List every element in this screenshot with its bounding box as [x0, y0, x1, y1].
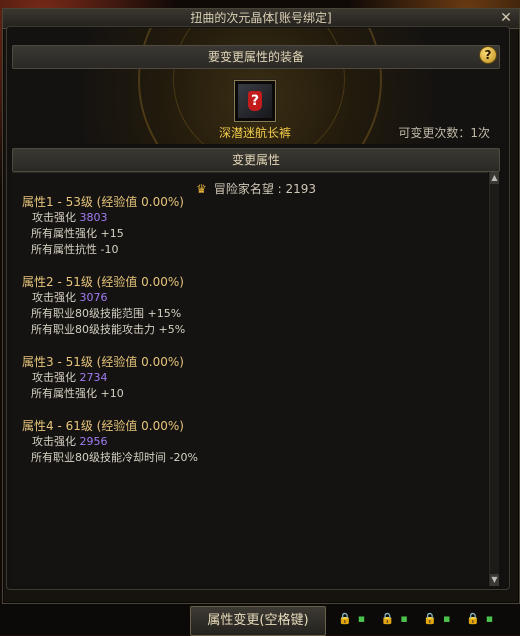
attribute-effect: 所有职业80级技能范围 +15% — [31, 307, 182, 320]
lock-icon: 🔒 — [466, 612, 486, 625]
attack-boost-value: 2956 — [79, 435, 108, 448]
attribute-effect: 所有属性抗性 -10 — [31, 243, 119, 256]
quickslot-marker-icon: ▪ — [443, 612, 457, 625]
attribute-heading: 属性1 - 53级 (经验值 0.00%) — [22, 195, 184, 209]
attribute-option-4[interactable]: 属性4 - 61级 (经验值 0.00%) 攻击强化 2956 所有职业80级技… — [22, 418, 322, 466]
attack-boost-label: 攻击强化 — [32, 211, 76, 224]
item-name: 深潜迷航长裤 — [218, 126, 291, 140]
attribute-effect: 所有职业80级技能攻击力 +5% — [31, 323, 186, 336]
change-attribute-button[interactable]: 属性变更(空格键) — [190, 606, 326, 636]
attribute-option-2[interactable]: 属性2 - 51级 (经验值 0.00%) 攻击强化 3076 所有职业80级技… — [22, 274, 322, 338]
lock-icon: 🔒 — [423, 612, 444, 625]
quickslot-marker-icon: ▪ — [357, 612, 372, 625]
quickslot-icons: 🔒▪ 🔒▪ 🔒▪ 🔒▪ — [338, 612, 499, 632]
equipment-slot[interactable]: ? — [234, 80, 276, 122]
attack-boost-label: 攻击强化 — [32, 291, 76, 304]
attribute-section-title: 变更属性 — [231, 153, 280, 167]
lock-icon: 🔒 — [338, 612, 358, 625]
attack-boost-value: 2734 — [79, 371, 108, 384]
attack-boost-line: 攻击强化 2956 — [22, 434, 322, 450]
pants-item-icon: ? — [238, 84, 272, 118]
equipment-section-header: 要变更属性的装备 — [12, 45, 500, 69]
attribute-effect: 所有属性强化 +15 — [31, 227, 124, 240]
equipment-section-title: 要变更属性的装备 — [207, 50, 304, 64]
attack-boost-line: 攻击强化 2734 — [22, 370, 322, 386]
attribute-effect: 所有职业80级技能冷却时间 -20% — [31, 451, 198, 464]
attack-boost-line: 攻击强化 3076 — [22, 290, 322, 306]
unknown-item-mark: ? — [248, 91, 262, 111]
attribute-heading: 属性4 - 61级 (经验值 0.00%) — [22, 419, 184, 433]
scroll-down-icon[interactable]: ▼ — [490, 574, 499, 586]
change-count-text: 可变更次数：1次 — [398, 126, 490, 140]
help-icon[interactable]: ? — [479, 46, 497, 64]
attribute-heading: 属性2 - 51级 (经验值 0.00%) — [22, 275, 184, 289]
attribute-option-3[interactable]: 属性3 - 51级 (经验值 0.00%) 攻击强化 2734 所有属性强化 +… — [22, 354, 322, 402]
list-scrollbar[interactable]: ▲ ▼ — [489, 172, 499, 586]
attribute-section-header: 变更属性 — [12, 148, 500, 172]
attribute-heading: 属性3 - 51级 (经验值 0.00%) — [22, 355, 184, 369]
scroll-up-icon[interactable]: ▲ — [490, 172, 499, 184]
attack-boost-value: 3076 — [79, 291, 108, 304]
attack-boost-label: 攻击强化 — [32, 435, 76, 448]
window-title: 扭曲的次元晶体[账号绑定] — [190, 11, 332, 25]
attack-boost-label: 攻击强化 — [32, 371, 76, 384]
attack-boost-value: 3803 — [79, 211, 108, 224]
lock-icon: 🔒 — [380, 612, 401, 625]
quickslot-marker-icon: ▪ — [400, 612, 414, 625]
attribute-effect: 所有属性强化 +10 — [31, 387, 124, 400]
quickslot-marker-icon: ▪ — [485, 612, 500, 625]
attack-boost-line: 攻击强化 3803 — [22, 210, 322, 226]
attribute-option-1[interactable]: 属性1 - 53级 (经验值 0.00%) 攻击强化 3803 所有属性强化 +… — [22, 194, 322, 258]
